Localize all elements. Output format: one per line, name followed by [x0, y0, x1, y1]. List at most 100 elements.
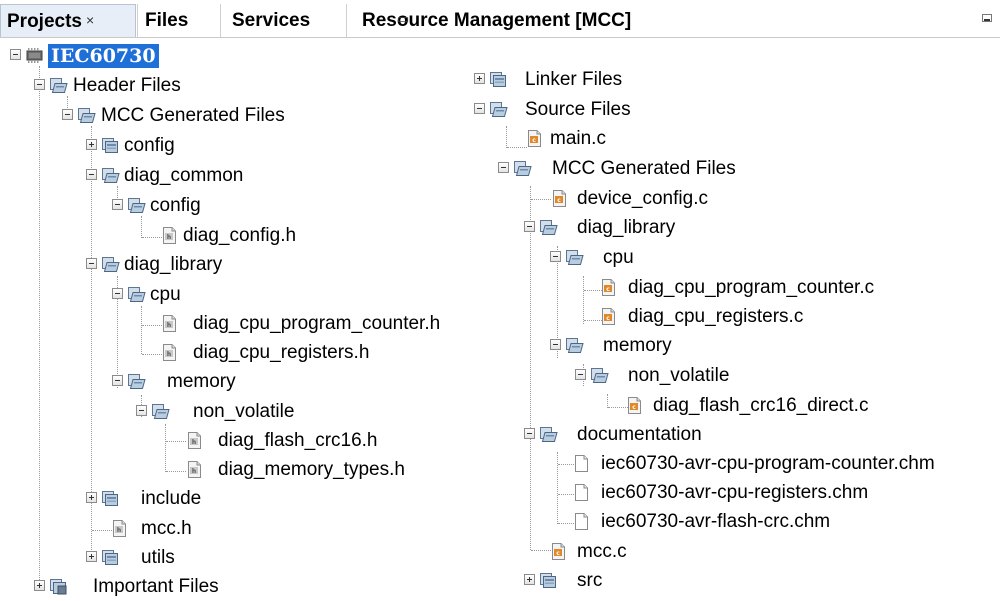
collapse-icon[interactable] — [474, 103, 485, 114]
tab-projects[interactable]: Projects × — [0, 4, 136, 37]
tree-label: include — [141, 488, 202, 509]
tree-label: diag_cpu_registers.c — [628, 306, 804, 327]
document-file-icon — [572, 454, 591, 473]
tree-node-non-volatile-source[interactable]: non_volatile — [575, 364, 825, 390]
tree-node-source-files[interactable]: Source Files — [474, 98, 674, 124]
collapse-icon[interactable] — [498, 162, 509, 173]
tree-label: iec60730-avr-cpu-program-counter.chm — [601, 453, 935, 474]
c-file-icon — [625, 396, 644, 415]
drag-cursor-icon: ▭ — [397, 11, 410, 26]
folder-open-icon — [101, 166, 120, 185]
tree-node-diag-cpu-registers-c[interactable]: diag_cpu_registers.c — [599, 305, 899, 331]
collapse-icon[interactable] — [10, 49, 21, 60]
tree-node-diag-memory-types-h[interactable]: diag_memory_types.h — [185, 458, 465, 484]
folder-open-icon — [101, 255, 120, 274]
collapse-icon[interactable] — [112, 199, 123, 210]
close-icon[interactable]: × — [86, 12, 94, 28]
minimize-icon[interactable] — [982, 14, 992, 22]
tree-node-header-files[interactable]: Header Files — [34, 74, 234, 100]
tab-services-label: Services — [232, 10, 311, 31]
folder-open-icon — [565, 336, 584, 355]
tree-node-utils[interactable]: utils — [86, 546, 286, 572]
tree-node-config[interactable]: config — [86, 134, 286, 160]
collapse-icon[interactable] — [524, 428, 535, 439]
chip-icon — [25, 46, 44, 65]
folder-open-icon — [565, 248, 584, 267]
tab-files[interactable]: Files — [137, 4, 219, 37]
tab-services[interactable]: Services — [220, 4, 345, 37]
tree-node-main-c[interactable]: main.c — [525, 127, 725, 153]
tree-label: diag_cpu_program_counter.h — [193, 313, 441, 334]
tree-node-memory-header[interactable]: memory — [112, 370, 312, 396]
tree-node-diag-common-config[interactable]: config — [112, 194, 312, 220]
tree-node-diag-cpu-registers-h[interactable]: diag_cpu_registers.h — [160, 341, 460, 367]
header-file-icon — [185, 431, 204, 450]
tree-node-diag-flash-crc16-h[interactable]: diag_flash_crc16.h — [185, 429, 435, 455]
tree-label: diag_flash_crc16.h — [218, 430, 378, 451]
tree-node-important-files[interactable]: Important Files — [34, 575, 284, 601]
collapse-icon[interactable] — [62, 109, 73, 120]
tree-node-chm-program-counter[interactable]: iec60730-avr-cpu-program-counter.chm — [572, 452, 992, 478]
tree-node-diag-common[interactable]: diag_common — [86, 164, 336, 190]
tree-label: Source Files — [525, 99, 631, 120]
collapse-icon[interactable] — [112, 375, 123, 386]
collapse-icon[interactable] — [524, 221, 535, 232]
c-file-icon — [599, 307, 618, 326]
collapse-icon[interactable] — [86, 169, 97, 180]
tree-label: iec60730-avr-cpu-registers.chm — [601, 482, 869, 503]
tree-label: documentation — [577, 424, 702, 445]
collapse-icon[interactable] — [34, 79, 45, 90]
folder-open-icon — [513, 159, 532, 178]
tree-node-cpu-source[interactable]: cpu — [550, 246, 750, 272]
expand-icon[interactable] — [86, 139, 97, 150]
tree-node-chm-flash-crc[interactable]: iec60730-avr-flash-crc.chm — [572, 510, 922, 536]
tree-label: mcc.c — [577, 541, 627, 562]
tree-node-non-volatile-header[interactable]: non_volatile — [136, 400, 386, 426]
header-file-icon — [160, 226, 179, 245]
tree-label: device_config.c — [577, 188, 708, 209]
tree-node-diag-cpu-program-counter-c[interactable]: diag_cpu_program_counter.c — [599, 276, 929, 302]
tree-node-mcc-c[interactable]: mcc.c — [549, 540, 749, 566]
tree-node-root[interactable]: IEC60730 — [10, 44, 210, 70]
tree-node-diag-library-header[interactable]: diag_library — [86, 253, 336, 279]
tree-node-diag-config-h[interactable]: diag_config.h — [160, 224, 360, 250]
tree-node-diag-cpu-program-counter-h[interactable]: diag_cpu_program_counter.h — [160, 312, 460, 338]
tree-label: diag_cpu_registers.h — [193, 342, 370, 363]
tree-node-memory-source[interactable]: memory — [550, 334, 750, 360]
tree-node-linker-files[interactable]: Linker Files — [474, 68, 674, 94]
tree-node-mcc-generated-files-header[interactable]: MCC Generated Files — [62, 104, 362, 130]
tree-label: cpu — [603, 247, 634, 268]
expand-icon[interactable] — [86, 492, 97, 503]
collapse-icon[interactable] — [136, 405, 147, 416]
important-files-icon — [49, 577, 68, 596]
collapse-icon[interactable] — [550, 251, 561, 262]
header-file-icon — [110, 519, 129, 538]
expand-icon[interactable] — [86, 551, 97, 562]
tree-node-src[interactable]: src — [524, 569, 724, 595]
collapse-icon[interactable] — [112, 288, 123, 299]
expand-icon[interactable] — [34, 580, 45, 591]
expand-icon[interactable] — [474, 73, 485, 84]
expand-icon[interactable] — [524, 574, 535, 585]
tree-node-device-config-c[interactable]: device_config.c — [550, 187, 800, 213]
tree-node-documentation[interactable]: documentation — [524, 423, 774, 449]
tree-node-mcc-h[interactable]: mcc.h — [110, 517, 310, 543]
tree-label: config — [124, 135, 175, 156]
tree-label: Important Files — [93, 576, 219, 597]
tree-label: utils — [141, 547, 175, 568]
c-file-icon — [599, 278, 618, 297]
folder-icon — [539, 571, 558, 590]
tree-node-mcc-generated-files-source[interactable]: MCC Generated Files — [498, 157, 798, 183]
tree-node-cpu-header[interactable]: cpu — [112, 283, 312, 309]
folder-icon — [101, 548, 120, 567]
tree-node-include[interactable]: include — [86, 487, 286, 513]
collapse-icon[interactable] — [550, 339, 561, 350]
collapse-icon[interactable] — [86, 258, 97, 269]
tree-label: memory — [167, 371, 236, 392]
tree-node-diag-library-source[interactable]: diag_library — [524, 216, 774, 242]
collapse-icon[interactable] — [575, 369, 586, 380]
tree-node-chm-registers[interactable]: iec60730-avr-cpu-registers.chm — [572, 481, 972, 507]
folder-open-icon — [127, 372, 146, 391]
tree-node-diag-flash-crc16-direct-c[interactable]: diag_flash_crc16_direct.c — [625, 394, 925, 420]
folder-open-icon — [489, 100, 508, 119]
